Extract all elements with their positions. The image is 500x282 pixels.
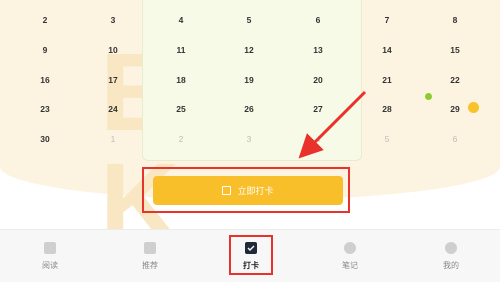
nav-item-profile[interactable]: 我的 (421, 230, 481, 282)
calendar-day[interactable]: 15 (440, 45, 470, 55)
recommend-icon (144, 241, 156, 254)
nav-label: 推荐 (142, 260, 158, 270)
calendar-day[interactable]: 4 (166, 15, 196, 25)
nav-label: 我的 (443, 260, 459, 270)
checkin-now-button[interactable]: 立即打卡 (153, 176, 343, 205)
calendar-icon (222, 186, 232, 195)
book-icon (44, 241, 56, 254)
nav-annotation-frame (229, 235, 273, 275)
nav-item-recommend[interactable]: 推荐 (120, 230, 180, 282)
nav-item-notes[interactable]: 笔记 (320, 230, 380, 282)
calendar-day[interactable]: 22 (440, 75, 470, 85)
calendar-day[interactable]: 14 (372, 45, 402, 55)
calendar-day-next-month[interactable]: 3 (234, 134, 264, 144)
calendar-day[interactable]: 23 (30, 104, 60, 114)
calendar-day[interactable]: 13 (303, 45, 333, 55)
calendar-day[interactable]: 10 (98, 45, 128, 55)
calendar-day[interactable]: 20 (303, 75, 333, 85)
calendar-day[interactable]: 18 (166, 75, 196, 85)
calendar-day-next-month[interactable]: 4 (303, 134, 333, 144)
calendar-day[interactable]: 29 (440, 104, 470, 114)
calendar-day[interactable]: 3 (98, 15, 128, 25)
calendar-day[interactable]: 7 (372, 15, 402, 25)
note-icon (344, 241, 356, 254)
calendar-day-next-month[interactable]: 6 (440, 134, 470, 144)
calendar-day[interactable]: 27 (303, 104, 333, 114)
calendar-day-next-month[interactable]: 2 (166, 134, 196, 144)
nav-label: 阅读 (42, 260, 58, 270)
checkin-marker-dot (425, 93, 432, 100)
nav-item-read[interactable]: 阅读 (20, 230, 80, 282)
calendar-day[interactable]: 26 (234, 104, 264, 114)
calendar-day[interactable]: 28 (372, 104, 402, 114)
calendar-day[interactable]: 8 (440, 15, 470, 25)
calendar-day[interactable]: 2 (30, 15, 60, 25)
calendar-day[interactable]: 12 (234, 45, 264, 55)
calendar-day[interactable]: 24 (98, 104, 128, 114)
checkin-now-label: 立即打卡 (237, 186, 274, 196)
calendar-day[interactable]: 17 (98, 75, 128, 85)
calendar-day[interactable]: 16 (30, 75, 60, 85)
today-marker-dot (468, 102, 479, 113)
calendar-day[interactable]: 21 (372, 75, 402, 85)
calendar-grid: 2 3 4 5 6 7 8 9 10 11 12 13 14 15 16 17 … (0, 0, 500, 160)
profile-icon (445, 241, 457, 254)
nav-label: 笔记 (342, 260, 358, 270)
calendar-day-next-month[interactable]: 1 (98, 134, 128, 144)
calendar-day[interactable]: 5 (234, 15, 264, 25)
calendar-day[interactable]: 30 (30, 134, 60, 144)
calendar-day[interactable]: 9 (30, 45, 60, 55)
calendar-day[interactable]: 11 (166, 45, 196, 55)
calendar-day[interactable]: 25 (166, 104, 196, 114)
calendar-day[interactable]: 19 (234, 75, 264, 85)
calendar-day[interactable]: 6 (303, 15, 333, 25)
calendar-day-next-month[interactable]: 5 (372, 134, 402, 144)
